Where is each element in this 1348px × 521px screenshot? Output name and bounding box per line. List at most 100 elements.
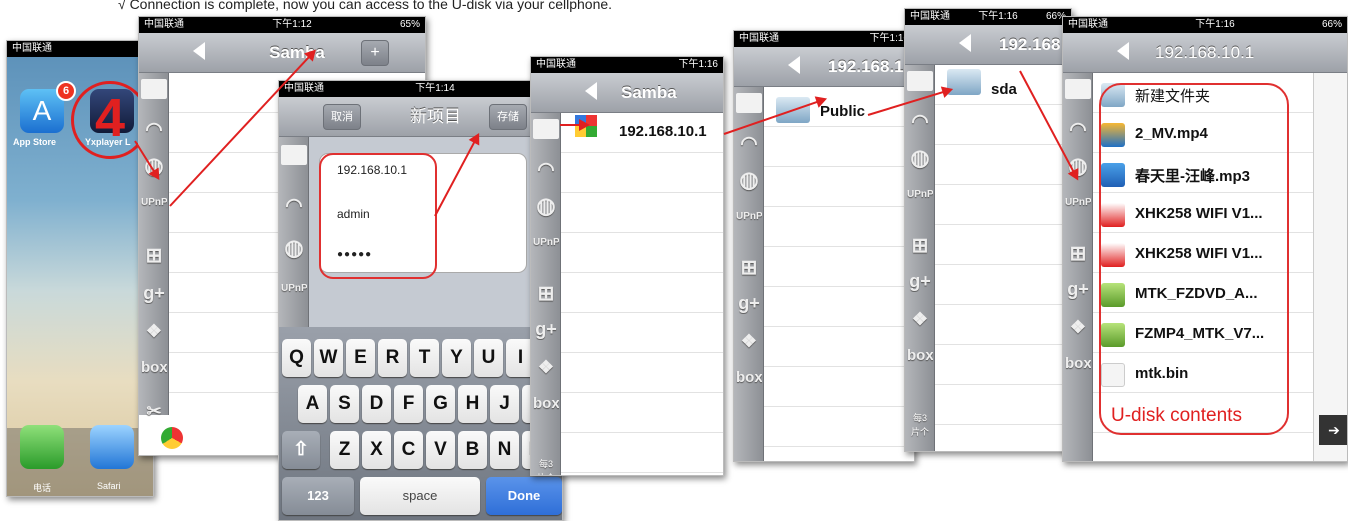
upnp-tab[interactable]: UPnP xyxy=(141,197,167,208)
box-tab[interactable]: box xyxy=(736,369,762,386)
key-q[interactable]: Q xyxy=(282,339,311,377)
nav-bar: 192.168.10.1 xyxy=(1063,33,1347,73)
nav-bar: 取消 新项目 存储 xyxy=(279,97,562,137)
headphones-icon[interactable]: ◠ xyxy=(736,131,762,156)
key-j[interactable]: J xyxy=(490,385,519,423)
dropbox-icon[interactable]: ❖ xyxy=(141,321,167,342)
upnp-tab[interactable]: UPnP xyxy=(533,237,559,248)
sda-folder[interactable]: sda xyxy=(991,81,1017,98)
key-d[interactable]: D xyxy=(362,385,391,423)
server-item[interactable]: 192.168.10.1 xyxy=(619,123,707,140)
windows-icon[interactable]: ⊞ xyxy=(1065,241,1091,266)
windows-icon[interactable]: ⊞ xyxy=(141,243,167,268)
dropbox-icon[interactable]: ❖ xyxy=(736,331,762,352)
bottom-text: 每3 xyxy=(538,459,553,469)
key-h[interactable]: H xyxy=(458,385,487,423)
upnp-tab[interactable]: UPnP xyxy=(907,189,933,200)
headphones-icon[interactable]: ◠ xyxy=(907,109,933,134)
side-toolbar: ◠ ◍ UPnP xyxy=(279,137,309,327)
box-tab[interactable]: box xyxy=(907,347,933,364)
headphones-icon[interactable]: ◠ xyxy=(281,193,307,218)
list-area xyxy=(764,87,914,461)
google-plus-icon[interactable]: g+ xyxy=(907,271,933,292)
key-f[interactable]: F xyxy=(394,385,423,423)
back-arrow-icon[interactable] xyxy=(788,56,800,74)
upnp-tab[interactable]: UPnP xyxy=(1065,197,1091,208)
key-a[interactable]: A xyxy=(298,385,327,423)
bottom-text-2: 片个 xyxy=(910,427,929,437)
key-e[interactable]: E xyxy=(346,339,375,377)
back-arrow-icon[interactable] xyxy=(585,82,597,100)
google-plus-icon[interactable]: g+ xyxy=(1065,279,1091,300)
form-highlight xyxy=(319,153,437,279)
folder-icon[interactable] xyxy=(1065,79,1091,99)
folder-icon[interactable] xyxy=(141,79,167,99)
key-r[interactable]: R xyxy=(378,339,407,377)
folder-icon[interactable] xyxy=(907,71,933,91)
done-key[interactable]: Done xyxy=(486,477,562,515)
add-button[interactable]: + xyxy=(361,40,389,66)
side-toolbar: ◠ ◍ UPnP ⊞ g+ ❖ box 每3 片个 xyxy=(531,113,561,475)
key-n[interactable]: N xyxy=(490,431,519,469)
key-x[interactable]: X xyxy=(362,431,391,469)
back-arrow-icon[interactable] xyxy=(1117,42,1129,60)
dock-label-phone: 电话 xyxy=(33,483,52,493)
nav-title: Samba xyxy=(621,83,677,102)
udisk-label: U-disk contents xyxy=(1111,405,1242,426)
headphones-icon[interactable]: ◠ xyxy=(533,157,559,182)
key-b[interactable]: B xyxy=(458,431,487,469)
status-bar: 中国联通 下午1:16 66% xyxy=(1063,17,1347,33)
folder-icon[interactable] xyxy=(533,119,559,139)
save-button[interactable]: 存储 xyxy=(489,104,527,130)
dropbox-icon[interactable]: ❖ xyxy=(533,357,559,378)
key-v[interactable]: V xyxy=(426,431,455,469)
upnp-tab[interactable]: UPnP xyxy=(281,283,307,294)
box-tab[interactable]: box xyxy=(141,359,167,376)
globe-icon[interactable]: ◍ xyxy=(533,193,559,219)
next-arrow-button[interactable]: ➔ xyxy=(1319,415,1347,445)
windows-icon[interactable]: ⊞ xyxy=(907,233,933,258)
nav-title: 192.168 xyxy=(999,35,1061,54)
upnp-tab[interactable]: UPnP xyxy=(736,211,762,222)
folder-icon[interactable] xyxy=(281,145,307,165)
safari-icon[interactable] xyxy=(90,425,134,469)
windows-icon[interactable]: ⊞ xyxy=(736,255,762,280)
arrow-4 xyxy=(560,119,590,131)
public-folder[interactable]: Public xyxy=(820,103,865,120)
key-c[interactable]: C xyxy=(394,431,423,469)
key-y[interactable]: Y xyxy=(442,339,471,377)
box-tab[interactable]: box xyxy=(1065,355,1091,372)
key-g[interactable]: G xyxy=(426,385,455,423)
windows-icon[interactable]: ⊞ xyxy=(533,281,559,306)
side-toolbar: ◠ ◍ UPnP ⊞ g+ ❖ box 每3 片个 xyxy=(905,65,935,451)
shift-key[interactable]: ⇧ xyxy=(282,431,320,469)
headphones-icon[interactable]: ◠ xyxy=(1065,117,1091,142)
badge: 6 xyxy=(56,81,76,101)
space-key[interactable]: space xyxy=(360,477,480,515)
key-s[interactable]: S xyxy=(330,385,359,423)
dropbox-icon[interactable]: ❖ xyxy=(1065,317,1091,338)
phone-icon[interactable] xyxy=(20,425,64,469)
globe-icon[interactable]: ◍ xyxy=(281,235,307,261)
google-plus-icon[interactable]: g+ xyxy=(141,283,167,304)
box-tab[interactable]: box xyxy=(533,395,559,412)
new-item-screen: 中国联通下午1:1465 取消 新项目 存储 ◠ ◍ UPnP 192.168.… xyxy=(278,80,563,521)
nav-bar: 192.168 xyxy=(905,25,1071,65)
key-t[interactable]: T xyxy=(410,339,439,377)
scissors-icon[interactable]: ✂ xyxy=(141,401,167,422)
google-plus-icon[interactable]: g+ xyxy=(533,319,559,340)
side-toolbar: ◠ ◍ UPnP ⊞ g+ ❖ box 20 xyxy=(734,87,764,461)
folder-icon[interactable] xyxy=(736,93,762,113)
dropbox-icon[interactable]: ❖ xyxy=(907,309,933,330)
google-plus-icon[interactable]: g+ xyxy=(736,293,762,314)
back-arrow-icon[interactable] xyxy=(959,34,971,52)
numbers-key[interactable]: 123 xyxy=(282,477,354,515)
key-w[interactable]: W xyxy=(314,339,343,377)
headphones-icon[interactable]: ◠ xyxy=(141,117,167,142)
chrome-icon[interactable] xyxy=(161,427,183,449)
key-z[interactable]: Z xyxy=(330,431,359,469)
globe-icon[interactable]: ◍ xyxy=(736,167,762,193)
status-bar: 中国联通 下午1:12 65% xyxy=(139,17,425,33)
globe-icon[interactable]: ◍ xyxy=(907,145,933,171)
key-u[interactable]: U xyxy=(474,339,503,377)
